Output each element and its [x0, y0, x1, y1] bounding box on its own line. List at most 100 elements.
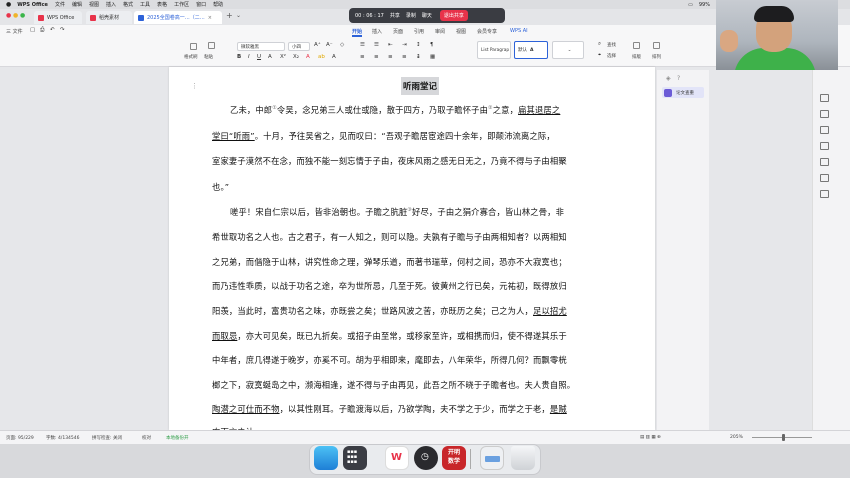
menu-app-name[interactable]: WPS Office [17, 2, 48, 8]
document-title[interactable]: 听雨堂记 [401, 77, 439, 95]
minimize-window-icon[interactable]: ● [13, 12, 18, 19]
panel-icon[interactable] [820, 94, 829, 102]
maximize-window-icon[interactable]: ● [20, 12, 25, 19]
new-tab-icon[interactable]: + [226, 11, 233, 20]
redo-icon[interactable]: ↷ [60, 27, 65, 33]
typeset-label[interactable]: 排版 [632, 54, 641, 60]
menu-view[interactable]: 视图 [89, 1, 99, 8]
meeting-share-button[interactable]: 共享 [390, 12, 400, 19]
settings-icon[interactable] [820, 142, 829, 150]
strikethrough-icon[interactable]: A [268, 54, 272, 60]
subscript-icon[interactable]: X₂ [293, 54, 299, 60]
meeting-record-button[interactable]: 录制 [406, 12, 416, 19]
tab-member[interactable]: 会员专享 [477, 28, 497, 35]
text-line[interactable]: 而取忌，亦大可见矣，既已九折矣。或招子由至常，或移家至许，或相携而归，使不得遂其… [212, 330, 567, 342]
tab-docer[interactable]: 稻壳素材 [86, 11, 132, 24]
tab-wps-ai[interactable]: WPS AI [510, 28, 528, 34]
menu-table[interactable]: 表格 [157, 1, 167, 8]
text-line[interactable]: 榔之下，寂寞蜒岛之中，濒海相逢，遂不得与子由再见，此吾之所不晓于子瞻者也。夫人贵… [212, 379, 575, 391]
clock-icon[interactable]: ◷ [414, 446, 438, 470]
paste-icon[interactable] [208, 42, 215, 49]
text-line[interactable]: 而乃违性乖质，以战于功名之途，卒为世所忌，几至于死。彼黄州之行已矣，元祐初，既得… [212, 280, 567, 292]
battery-icon[interactable]: ▭ [688, 2, 693, 8]
bold-icon[interactable]: B [237, 54, 241, 60]
menu-workspace[interactable]: 工作区 [174, 1, 189, 8]
file-menu-button[interactable]: 三 文件 [6, 28, 23, 35]
word-count[interactable]: 字数: 4/134546 [46, 435, 80, 441]
select-label[interactable]: 选择 [607, 53, 616, 59]
superscript-icon[interactable]: X² [280, 54, 286, 60]
style-list-paragraph[interactable]: List Paragrap [477, 41, 511, 59]
menu-help[interactable]: 帮助 [213, 1, 223, 8]
clear-format-icon[interactable]: ◇ [340, 42, 344, 48]
justify-icon[interactable]: ≡ [402, 54, 407, 60]
drag-handle-icon[interactable]: ⋮ [191, 82, 198, 90]
tab-document[interactable]: 2025全国卷高一…（二… × [134, 11, 222, 24]
style-normal[interactable]: 默认 A [514, 41, 548, 59]
indent-icon[interactable]: ⇥ [402, 42, 407, 48]
page-count[interactable]: 页面: 95/229 [6, 435, 34, 441]
text-line[interactable]: 希世取功名之人也。古之君子，有一人知之，则可以隐。夫孰有子瞻与子由两相知者？以两… [212, 231, 567, 243]
finder-icon[interactable] [314, 446, 338, 470]
print-icon[interactable]: ⎙ [40, 27, 44, 34]
history-icon[interactable] [820, 174, 829, 182]
menu-edit[interactable]: 编辑 [72, 1, 82, 8]
comment-icon[interactable] [820, 110, 829, 118]
format-painter-label[interactable]: 格式刷 [184, 54, 198, 60]
share-icon[interactable] [820, 158, 829, 166]
text-line[interactable]: 室家妻子漠然不在念，而独不能一刻忘情于子由，夜床风雨之感无日无之，乃竟不得与子由… [212, 155, 567, 167]
paste-label[interactable]: 粘贴 [204, 54, 213, 60]
text-line[interactable]: 之兄弟，而偕隐于山林，讲究性命之理，弹琴乐道，而著书瑞草，何村之间，恐亦不大寂寞… [212, 256, 567, 268]
text-line[interactable]: 阳羡，当此时，富贵功名之味，亦既尝之矣；世路风波之苦，亦既历之矣；己之为人，足以… [212, 305, 567, 317]
text-line[interactable]: 陶潜之可仕而不物，以其性刚耳。子瞻渡海以后，乃欲学陶，夫不学之于少，而学之于老，… [212, 403, 567, 415]
font-size-select[interactable]: 小四 [288, 42, 310, 51]
tab-review[interactable]: 审阅 [435, 28, 445, 35]
menu-tools[interactable]: 工具 [140, 1, 150, 8]
char-shading-icon[interactable]: A [332, 54, 336, 60]
align-right-icon[interactable]: ≡ [388, 54, 393, 60]
format-painter-icon[interactable] [190, 43, 197, 50]
highlight-icon[interactable]: ab [318, 54, 325, 60]
text-line[interactable]: 堂曰“听雨”。十月，予往吴省之，见而叹曰：“吾观子瞻居宦途四十余年，即颠沛流离之… [212, 130, 555, 142]
proofread[interactable]: 校对 [142, 435, 151, 441]
increase-font-icon[interactable]: A⁺ [314, 42, 321, 48]
launchpad-icon[interactable]: ▪▪▪ ▪▪▪ ▪▪▪ [343, 446, 367, 470]
tab-view[interactable]: 视图 [456, 28, 466, 35]
kaiming-math-app-icon[interactable]: 开明 数学 [442, 446, 466, 470]
menu-file[interactable]: 文件 [55, 1, 65, 8]
tab-reference[interactable]: 引用 [414, 28, 424, 35]
style-more[interactable]: ⌄ [552, 41, 584, 59]
italic-icon[interactable]: I [248, 54, 250, 60]
bullet-list-icon[interactable]: ☰ [360, 42, 365, 48]
find-icon[interactable]: ⌕ [598, 41, 601, 48]
text-line[interactable]: 嗟乎！宋自仁宗以后，皆非治朝也。子瞻之肮脏③好尽，子由之狷介寡合，皆山林之骨，非 [230, 206, 564, 218]
close-tab-icon[interactable]: × [208, 15, 212, 21]
text-line[interactable]: 乙未，中郎①令吴，念兄弟三人或仕或隐，散于四方，乃取子瞻怀子由②之意，扁其退居之 [230, 104, 560, 116]
arrange-icon[interactable] [653, 42, 660, 49]
number-list-icon[interactable]: ☰ [374, 42, 379, 48]
tab-page[interactable]: 页面 [393, 28, 403, 35]
close-window-icon[interactable]: ● [6, 12, 11, 19]
underline-icon[interactable]: U [257, 54, 261, 60]
tab-insert[interactable]: 插入 [372, 28, 382, 35]
document-page[interactable] [169, 67, 655, 430]
align-center-icon[interactable]: ≡ [374, 54, 379, 60]
wps-dock-icon[interactable]: W [385, 446, 409, 470]
chevron-down-icon[interactable]: ⌄ [236, 12, 241, 19]
trash-icon[interactable] [511, 446, 535, 470]
help-icon[interactable]: ? [677, 75, 680, 82]
tab-wps-office[interactable]: WPS Office [34, 11, 82, 24]
show-marks-icon[interactable]: ¶ [430, 42, 434, 48]
sort-icon[interactable]: ↕ [416, 42, 421, 48]
cloud-icon[interactable] [820, 190, 829, 198]
apple-icon[interactable]: ● [6, 1, 11, 8]
find-label[interactable]: 查找 [607, 42, 616, 48]
zoom-level[interactable]: 205% [730, 435, 743, 440]
menu-insert[interactable]: 插入 [106, 1, 116, 8]
end-share-button[interactable]: 退出共享 [439, 10, 468, 21]
zoom-slider-handle[interactable] [782, 434, 785, 441]
decrease-font-icon[interactable]: A⁻ [326, 42, 333, 48]
tab-home[interactable]: 开始 [352, 28, 362, 35]
view-mode-icons[interactable]: ▤ ▥ ▦ ⊕ [640, 435, 661, 440]
font-name-select[interactable]: 微软雅黑 [237, 42, 285, 51]
